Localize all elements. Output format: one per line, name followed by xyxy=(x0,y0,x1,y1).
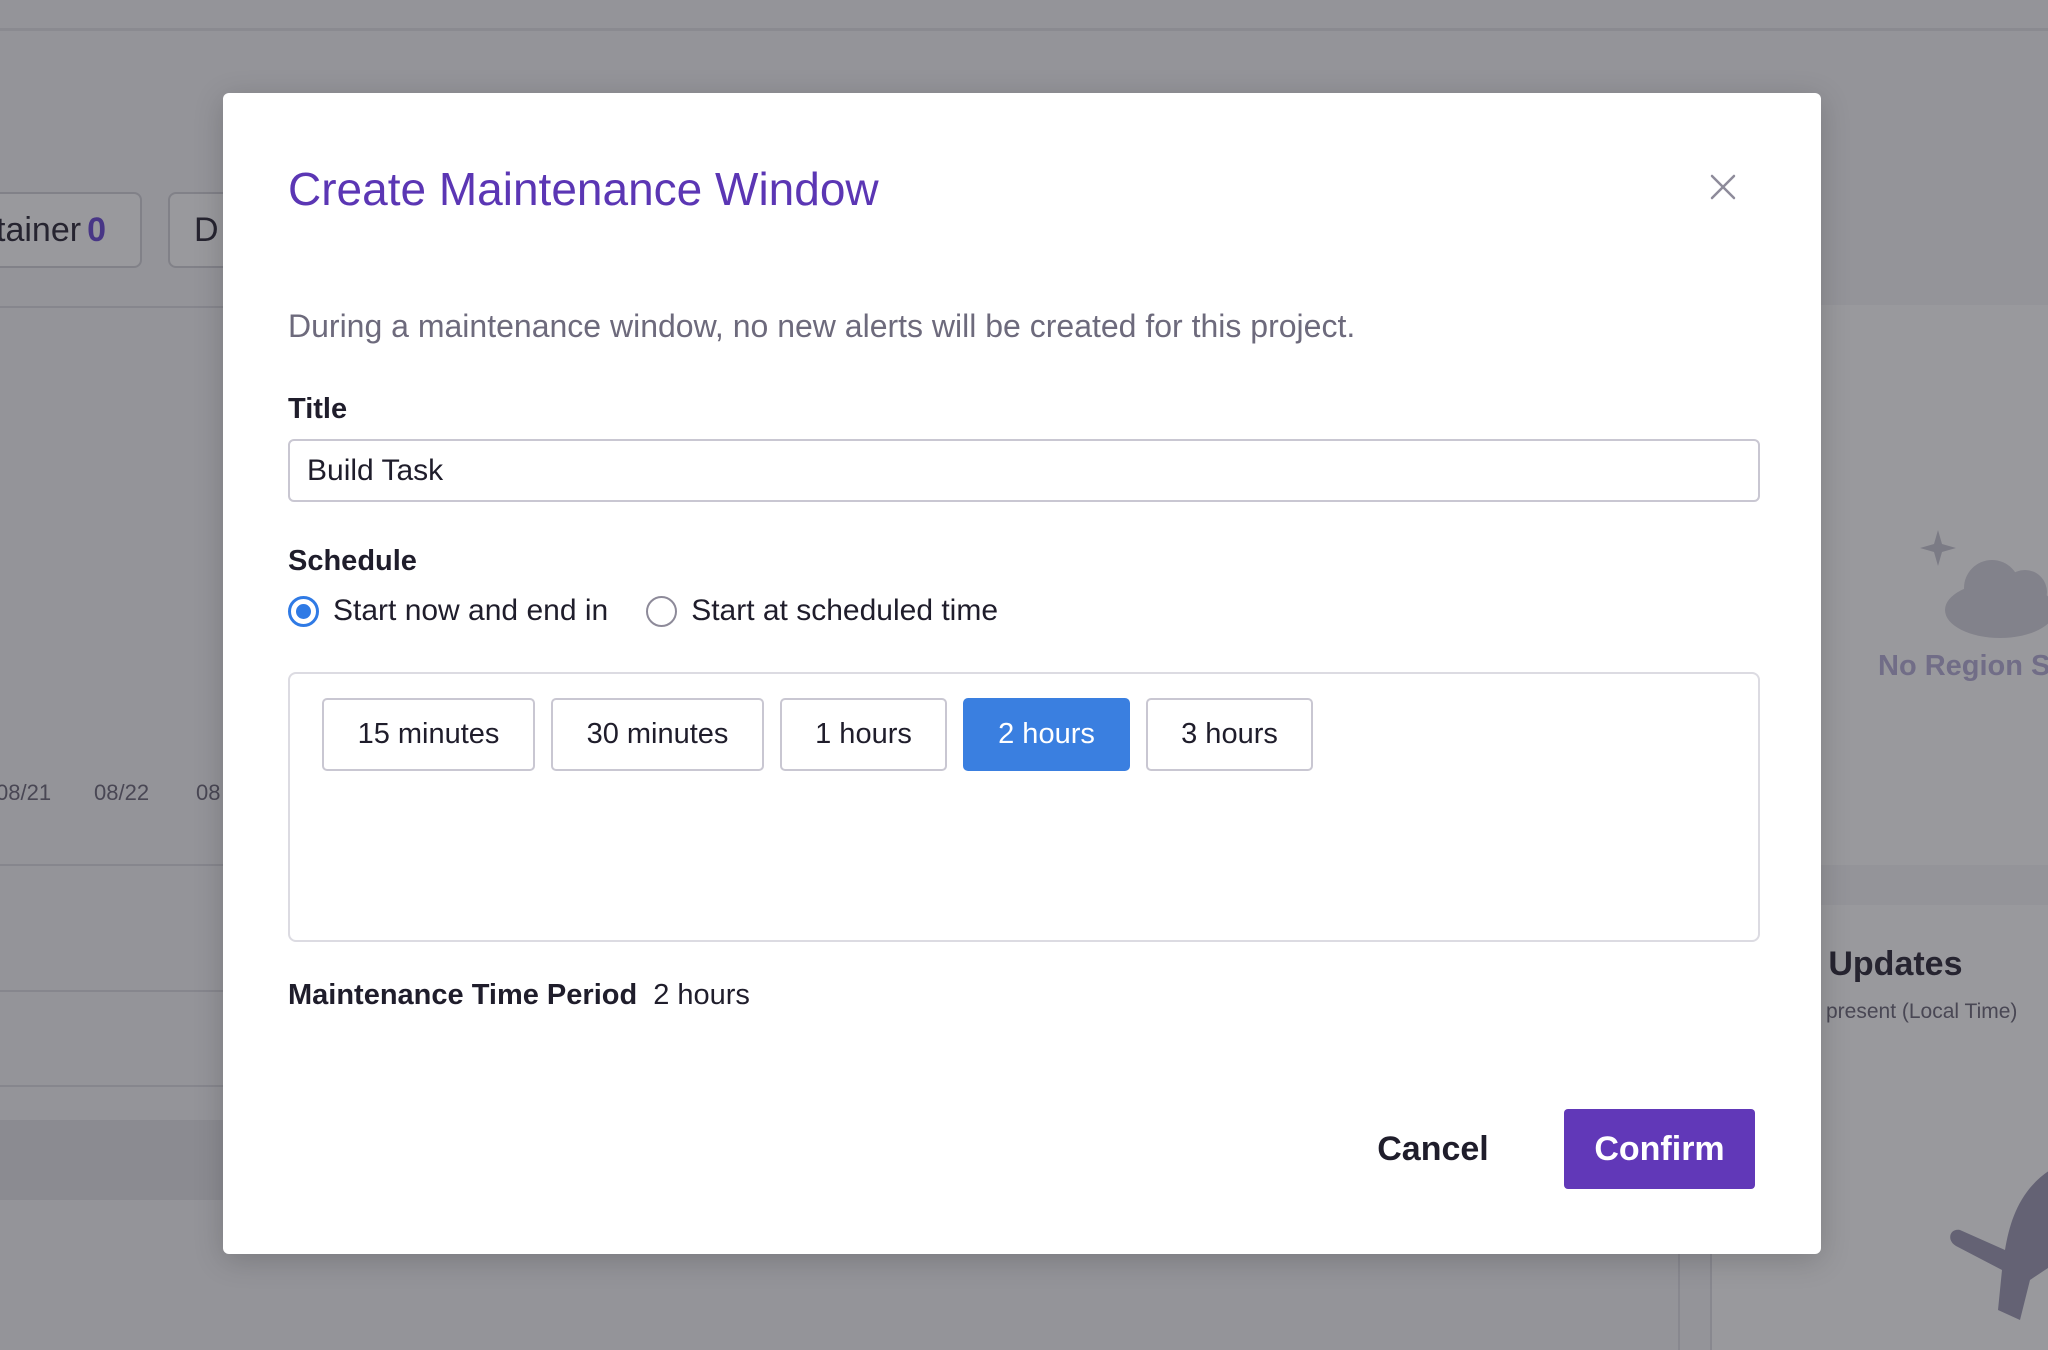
cancel-button[interactable]: Cancel xyxy=(1358,1109,1508,1189)
radio-start-scheduled[interactable]: Start at scheduled time xyxy=(646,594,998,628)
title-input[interactable] xyxy=(288,439,1760,502)
close-button[interactable] xyxy=(1703,169,1743,209)
duration-options-panel: 15 minutes 30 minutes 1 hours 2 hours 3 … xyxy=(288,672,1760,942)
schedule-label: Schedule xyxy=(288,545,417,577)
radio-checked-icon[interactable] xyxy=(288,595,319,627)
dialog-description: During a maintenance window, no new aler… xyxy=(288,308,1356,344)
duration-30-minutes-button[interactable]: 30 minutes xyxy=(551,698,764,771)
maintenance-period: Maintenance Time Period 2 hours xyxy=(288,979,750,1012)
period-value: 2 hours xyxy=(653,979,750,1011)
duration-3-hours-button[interactable]: 3 hours xyxy=(1146,698,1313,771)
radio-label: Start at scheduled time xyxy=(691,594,999,627)
duration-button-group: 15 minutes 30 minutes 1 hours 2 hours 3 … xyxy=(322,698,1329,771)
dialog-title: Create Maintenance Window xyxy=(288,163,879,215)
schedule-radio-group: Start now and end in Start at scheduled … xyxy=(288,591,1036,631)
close-icon xyxy=(1710,174,1736,205)
maintenance-window-dialog: Create Maintenance Window During a maint… xyxy=(223,93,1821,1254)
radio-start-now[interactable]: Start now and end in xyxy=(288,594,608,628)
radio-unchecked-icon[interactable] xyxy=(646,595,678,627)
radio-label: Start now and end in xyxy=(333,594,609,627)
duration-2-hours-button[interactable]: 2 hours xyxy=(963,698,1130,771)
duration-15-minutes-button[interactable]: 15 minutes xyxy=(322,698,535,771)
confirm-button[interactable]: Confirm xyxy=(1564,1109,1755,1189)
title-label: Title xyxy=(288,393,348,425)
duration-1-hours-button[interactable]: 1 hours xyxy=(780,698,947,771)
period-label: Maintenance Time Period xyxy=(288,979,638,1011)
